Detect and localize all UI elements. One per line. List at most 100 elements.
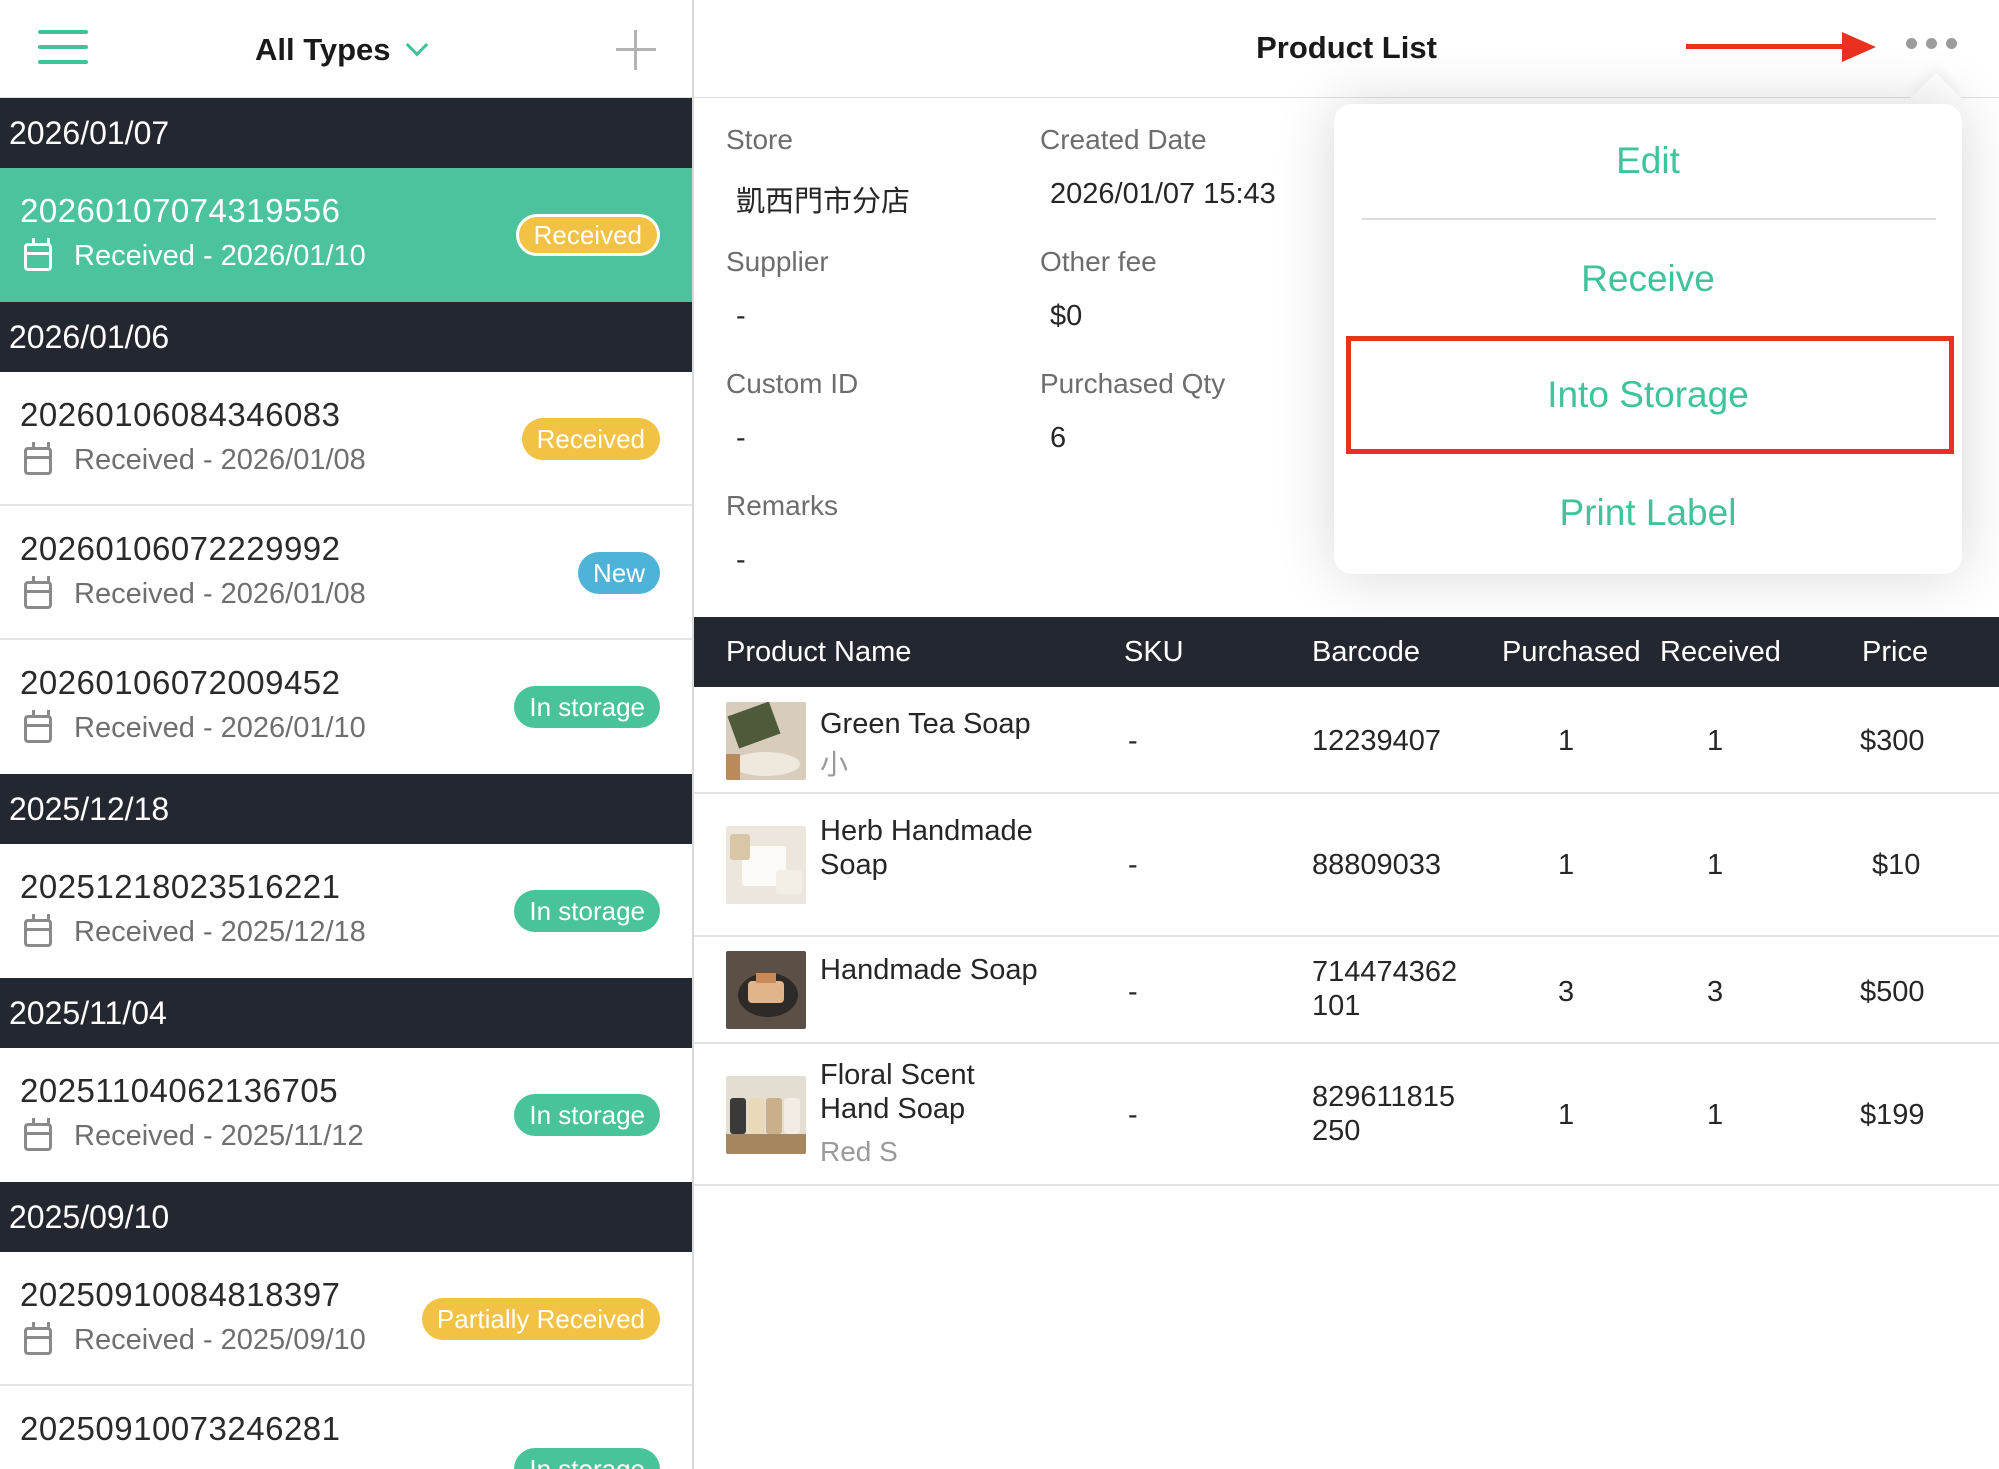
more-icon[interactable] xyxy=(1906,38,1966,58)
barcode-line: 714474362 xyxy=(1312,956,1458,988)
menu-item-edit[interactable]: Edit xyxy=(1334,116,1962,206)
order-item[interactable]: 20260106072009452 Received - 2026/01/10 … xyxy=(0,640,692,774)
order-id: 20250910084818397 xyxy=(20,1276,341,1313)
product-name-line: Hand Soap xyxy=(820,1093,966,1125)
order-status-line: Received - 2026/01/10 xyxy=(24,709,366,745)
order-list-panel: All Types 2026/01/07 20260107074319556 R… xyxy=(0,0,694,1469)
order-item[interactable]: 20250910073246281 In storage xyxy=(0,1386,692,1469)
purchased-qty: 1 xyxy=(1558,725,1575,757)
order-id: 20250910073246281 xyxy=(20,1410,341,1447)
status-badge: In storage xyxy=(514,1094,660,1136)
received-qty: 3 xyxy=(1707,976,1724,1008)
product-name-line: Floral Scent xyxy=(820,1059,975,1091)
product-thumbnail xyxy=(726,951,806,1029)
date-group-header: 2026/01/06 xyxy=(0,302,692,372)
col-barcode[interactable]: Barcode xyxy=(1312,617,1420,687)
product-name: Herb Handmade Soap xyxy=(820,814,1033,882)
product-barcode: 88809033 xyxy=(1312,849,1442,881)
store-value: 凱西門市分店 xyxy=(736,186,911,218)
menu-divider xyxy=(1362,218,1936,220)
supplier-value: - xyxy=(736,300,746,332)
order-id: 20260106084346083 xyxy=(20,396,341,433)
order-item[interactable]: 20251218023516221 Received - 2025/12/18 … xyxy=(0,844,692,978)
calendar-icon xyxy=(24,913,52,947)
product-name-line: Soap xyxy=(820,849,888,881)
order-status-line: Received - 2026/01/08 xyxy=(24,575,366,611)
menu-item-receive[interactable]: Receive xyxy=(1334,234,1962,324)
product-sku: - xyxy=(1128,725,1138,757)
calendar-icon xyxy=(24,1117,52,1151)
calendar-icon xyxy=(24,441,52,475)
date-group-header: 2025/11/04 xyxy=(0,978,692,1048)
purchased-qty: 3 xyxy=(1558,976,1575,1008)
arrow-annotation xyxy=(1686,32,1886,62)
order-received-date: Received - 2026/01/08 xyxy=(74,444,366,476)
barcode-line: 101 xyxy=(1312,990,1361,1022)
order-status-line: Received - 2026/01/08 xyxy=(24,441,366,477)
table-row[interactable]: Floral Scent Hand Soap Red S - 829611815… xyxy=(694,1044,1999,1186)
product-sku: - xyxy=(1128,849,1138,881)
product-name: Floral Scent Hand Soap xyxy=(820,1058,975,1126)
product-barcode: 714474362 101 xyxy=(1312,955,1457,1023)
order-status-line: Received - 2025/12/18 xyxy=(24,913,366,949)
order-item[interactable]: 20251104062136705 Received - 2025/11/12 … xyxy=(0,1048,692,1182)
remarks-value: - xyxy=(736,544,746,576)
date-group-header: 2025/12/18 xyxy=(0,774,692,844)
order-item[interactable]: 20250910084818397 Received - 2025/09/10 … xyxy=(0,1252,692,1386)
store-label: Store xyxy=(726,124,793,155)
order-id: 20251218023516221 xyxy=(20,868,341,905)
product-variant: 小 xyxy=(820,749,849,780)
product-variant: Red S xyxy=(820,1136,898,1167)
product-sku: - xyxy=(1128,976,1138,1008)
calendar-icon xyxy=(24,237,52,271)
col-sku[interactable]: SKU xyxy=(1124,617,1184,687)
menu-item-print-label[interactable]: Print Label xyxy=(1334,468,1962,558)
custom-id-value: - xyxy=(736,422,746,454)
status-badge: Partially Received xyxy=(421,1298,660,1340)
status-badge: Received xyxy=(515,214,660,256)
barcode-line: 250 xyxy=(1312,1115,1361,1147)
product-name: Handmade Soap xyxy=(820,954,1038,986)
order-received-date: Received - 2025/09/10 xyxy=(74,1324,366,1356)
hamburger-icon[interactable] xyxy=(38,30,88,66)
col-purchased[interactable]: Purchased xyxy=(1502,617,1641,687)
product-thumbnail xyxy=(726,702,806,780)
received-qty: 1 xyxy=(1707,725,1724,757)
order-id: 20260106072229992 xyxy=(20,530,341,567)
product-list-panel: Product List Store 凱西門市分店 Created Date 2… xyxy=(694,0,1999,1469)
col-received[interactable]: Received xyxy=(1660,617,1781,687)
product-name-line: Herb Handmade xyxy=(820,815,1033,847)
order-id: 20260106072009452 xyxy=(20,664,341,701)
table-row[interactable]: Handmade Soap - 714474362 101 3 3 $500 xyxy=(694,937,1999,1044)
date-group-header: 2026/01/07 xyxy=(0,98,692,168)
col-product-name[interactable]: Product Name xyxy=(726,617,911,687)
table-row[interactable]: Herb Handmade Soap - 88809033 1 1 $10 xyxy=(694,794,1999,937)
order-status-line: Received - 2025/11/12 xyxy=(24,1117,364,1153)
type-filter-dropdown[interactable]: All Types xyxy=(255,28,428,72)
supplier-label: Supplier xyxy=(726,246,829,277)
custom-id-label: Custom ID xyxy=(726,368,859,399)
calendar-icon xyxy=(24,575,52,609)
remarks-label: Remarks xyxy=(726,490,839,521)
created-date-value: 2026/01/07 15:43 xyxy=(1050,178,1276,210)
order-item[interactable]: 20260107074319556 Received - 2026/01/10 … xyxy=(0,168,692,302)
received-qty: 1 xyxy=(1707,1099,1724,1131)
highlight-annotation-box xyxy=(1346,336,1954,454)
detail-header: Product List xyxy=(694,0,1999,98)
order-item[interactable]: 20260106072229992 Received - 2026/01/08 … xyxy=(0,506,692,640)
status-badge: In storage xyxy=(514,1448,660,1469)
table-row[interactable]: Green Tea Soap 小 - 12239407 1 1 $300 xyxy=(694,687,1999,794)
col-price[interactable]: Price xyxy=(1862,617,1928,687)
order-received-date: Received - 2025/11/12 xyxy=(74,1120,364,1152)
order-received-date: Received - 2026/01/10 xyxy=(74,240,366,272)
product-price: $500 xyxy=(1860,976,1925,1008)
barcode-line: 829611815 xyxy=(1312,1081,1456,1113)
order-id: 20251104062136705 xyxy=(20,1072,339,1109)
status-badge: New xyxy=(577,552,660,594)
order-received-date: Received - 2025/12/18 xyxy=(74,916,366,948)
status-badge: In storage xyxy=(514,890,660,932)
order-item[interactable]: 20260106084346083 Received - 2026/01/08 … xyxy=(0,372,692,506)
status-badge: In storage xyxy=(514,686,660,728)
plus-icon[interactable] xyxy=(614,28,658,72)
list-header: All Types xyxy=(0,0,692,98)
